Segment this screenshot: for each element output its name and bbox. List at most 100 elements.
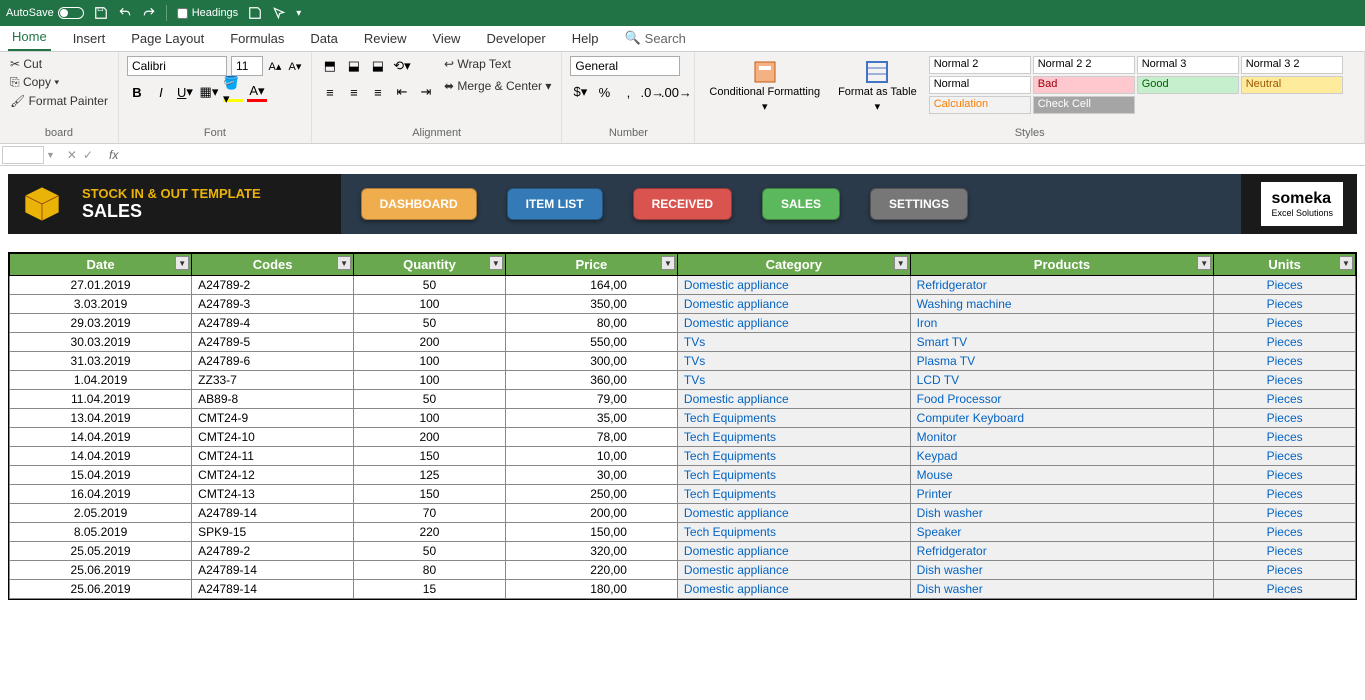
cell-quantity[interactable]: 100 xyxy=(354,295,506,314)
cell-units[interactable]: Pieces xyxy=(1214,390,1356,409)
currency-icon[interactable]: $▾ xyxy=(570,82,590,102)
cell-price[interactable]: 320,00 xyxy=(505,542,677,561)
bold-button[interactable]: B xyxy=(127,82,147,102)
cell-category[interactable]: Domestic appliance xyxy=(677,580,910,599)
cell-units[interactable]: Pieces xyxy=(1214,580,1356,599)
conditional-formatting-button[interactable]: Conditional Formatting ▾ xyxy=(703,56,826,117)
save-icon[interactable] xyxy=(94,6,108,20)
name-box[interactable] xyxy=(2,146,44,164)
format-painter-button[interactable]: 🖌 Format Painter xyxy=(8,93,110,109)
table-row[interactable]: 2.05.2019A24789-1470200,00Domestic appli… xyxy=(10,504,1356,523)
save-icon-2[interactable] xyxy=(248,6,262,20)
comma-icon[interactable]: , xyxy=(618,82,638,102)
cell-category[interactable]: Tech Equipments xyxy=(677,485,910,504)
font-color-button[interactable]: A▾ xyxy=(247,82,267,102)
filter-dropdown-icon[interactable]: ▼ xyxy=(175,256,189,270)
cell-price[interactable]: 150,00 xyxy=(505,523,677,542)
autosave-toggle[interactable]: AutoSave xyxy=(6,7,84,19)
border-button[interactable]: ▦▾ xyxy=(199,82,219,102)
cell-units[interactable]: Pieces xyxy=(1214,333,1356,352)
cell-quantity[interactable]: 50 xyxy=(354,314,506,333)
table-row[interactable]: 16.04.2019CMT24-13150250,00Tech Equipmen… xyxy=(10,485,1356,504)
cell-code[interactable]: CMT24-9 xyxy=(192,409,354,428)
number-format-select[interactable] xyxy=(570,56,680,76)
cell-style-option[interactable]: Calculation xyxy=(929,96,1031,114)
table-row[interactable]: 30.03.2019A24789-5200550,00TVsSmart TVPi… xyxy=(10,333,1356,352)
filter-dropdown-icon[interactable]: ▼ xyxy=(489,256,503,270)
cell-date[interactable]: 1.04.2019 xyxy=(10,371,192,390)
cell-units[interactable]: Pieces xyxy=(1214,542,1356,561)
cell-product[interactable]: Washing machine xyxy=(910,295,1214,314)
table-row[interactable]: 11.04.2019AB89-85079,00Domestic applianc… xyxy=(10,390,1356,409)
cell-units[interactable]: Pieces xyxy=(1214,561,1356,580)
decrease-indent-icon[interactable]: ⇤ xyxy=(392,82,412,102)
wrap-text-button[interactable]: ↩ Wrap Text xyxy=(442,56,553,72)
cell-date[interactable]: 25.06.2019 xyxy=(10,561,192,580)
column-header[interactable]: Category▼ xyxy=(677,254,910,276)
cell-date[interactable]: 16.04.2019 xyxy=(10,485,192,504)
cell-quantity[interactable]: 200 xyxy=(354,333,506,352)
align-middle-icon[interactable]: ⬓ xyxy=(344,56,364,76)
cell-code[interactable]: A24789-6 xyxy=(192,352,354,371)
table-row[interactable]: 25.05.2019A24789-250320,00Domestic appli… xyxy=(10,542,1356,561)
cell-code[interactable]: A24789-3 xyxy=(192,295,354,314)
cell-price[interactable]: 10,00 xyxy=(505,447,677,466)
cell-quantity[interactable]: 80 xyxy=(354,561,506,580)
merge-center-button[interactable]: ⬌ Merge & Center ▾ xyxy=(442,78,553,94)
table-row[interactable]: 31.03.2019A24789-6100300,00TVsPlasma TVP… xyxy=(10,352,1356,371)
cell-units[interactable]: Pieces xyxy=(1214,428,1356,447)
cell-category[interactable]: Tech Equipments xyxy=(677,409,910,428)
cell-code[interactable]: A24789-14 xyxy=(192,561,354,580)
cell-quantity[interactable]: 100 xyxy=(354,371,506,390)
cell-category[interactable]: Domestic appliance xyxy=(677,504,910,523)
cell-code[interactable]: A24789-14 xyxy=(192,504,354,523)
cell-date[interactable]: 14.04.2019 xyxy=(10,447,192,466)
cell-quantity[interactable]: 50 xyxy=(354,390,506,409)
table-row[interactable]: 25.06.2019A24789-1480220,00Domestic appl… xyxy=(10,561,1356,580)
cell-quantity[interactable]: 50 xyxy=(354,542,506,561)
cell-price[interactable]: 80,00 xyxy=(505,314,677,333)
cell-code[interactable]: SPK9-15 xyxy=(192,523,354,542)
cell-units[interactable]: Pieces xyxy=(1214,447,1356,466)
cell-quantity[interactable]: 150 xyxy=(354,447,506,466)
cell-quantity[interactable]: 200 xyxy=(354,428,506,447)
underline-button[interactable]: U▾ xyxy=(175,82,195,102)
cell-price[interactable]: 350,00 xyxy=(505,295,677,314)
cell-category[interactable]: Tech Equipments xyxy=(677,428,910,447)
cell-category[interactable]: Domestic appliance xyxy=(677,390,910,409)
cell-category[interactable]: Tech Equipments xyxy=(677,466,910,485)
font-size-select[interactable] xyxy=(231,56,263,76)
cell-price[interactable]: 220,00 xyxy=(505,561,677,580)
cell-date[interactable]: 29.03.2019 xyxy=(10,314,192,333)
align-bottom-icon[interactable]: ⬓ xyxy=(368,56,388,76)
cell-units[interactable]: Pieces xyxy=(1214,523,1356,542)
cell-product[interactable]: Computer Keyboard xyxy=(910,409,1214,428)
tab-view[interactable]: View xyxy=(429,27,465,51)
cell-price[interactable]: 164,00 xyxy=(505,276,677,295)
cell-price[interactable]: 360,00 xyxy=(505,371,677,390)
filter-dropdown-icon[interactable]: ▼ xyxy=(1197,256,1211,270)
decrease-decimal-icon[interactable]: .00→ xyxy=(666,82,686,102)
italic-button[interactable]: I xyxy=(151,82,171,102)
tab-data[interactable]: Data xyxy=(306,27,341,51)
cell-product[interactable]: Dish washer xyxy=(910,504,1214,523)
table-row[interactable]: 3.03.2019A24789-3100350,00Domestic appli… xyxy=(10,295,1356,314)
cell-product[interactable]: Refridgerator xyxy=(910,276,1214,295)
cell-code[interactable]: CMT24-13 xyxy=(192,485,354,504)
cell-units[interactable]: Pieces xyxy=(1214,314,1356,333)
cell-category[interactable]: TVs xyxy=(677,333,910,352)
cell-category[interactable]: Domestic appliance xyxy=(677,276,910,295)
worksheet[interactable]: STOCK IN & OUT TEMPLATE SALES DASHBOARDI… xyxy=(0,166,1365,700)
cell-code[interactable]: A24789-2 xyxy=(192,276,354,295)
cell-style-option[interactable]: Normal 2 xyxy=(929,56,1031,74)
enter-formula-icon[interactable]: ✓ xyxy=(83,148,93,162)
nav-button-received[interactable]: RECEIVED xyxy=(633,188,732,220)
percent-icon[interactable]: % xyxy=(594,82,614,102)
tab-home[interactable]: Home xyxy=(8,25,51,51)
redo-icon[interactable] xyxy=(142,6,156,20)
search-button[interactable]: 🔍 Search xyxy=(620,26,689,51)
cell-price[interactable]: 79,00 xyxy=(505,390,677,409)
tab-developer[interactable]: Developer xyxy=(482,27,549,51)
column-header[interactable]: Codes▼ xyxy=(192,254,354,276)
cell-price[interactable]: 30,00 xyxy=(505,466,677,485)
